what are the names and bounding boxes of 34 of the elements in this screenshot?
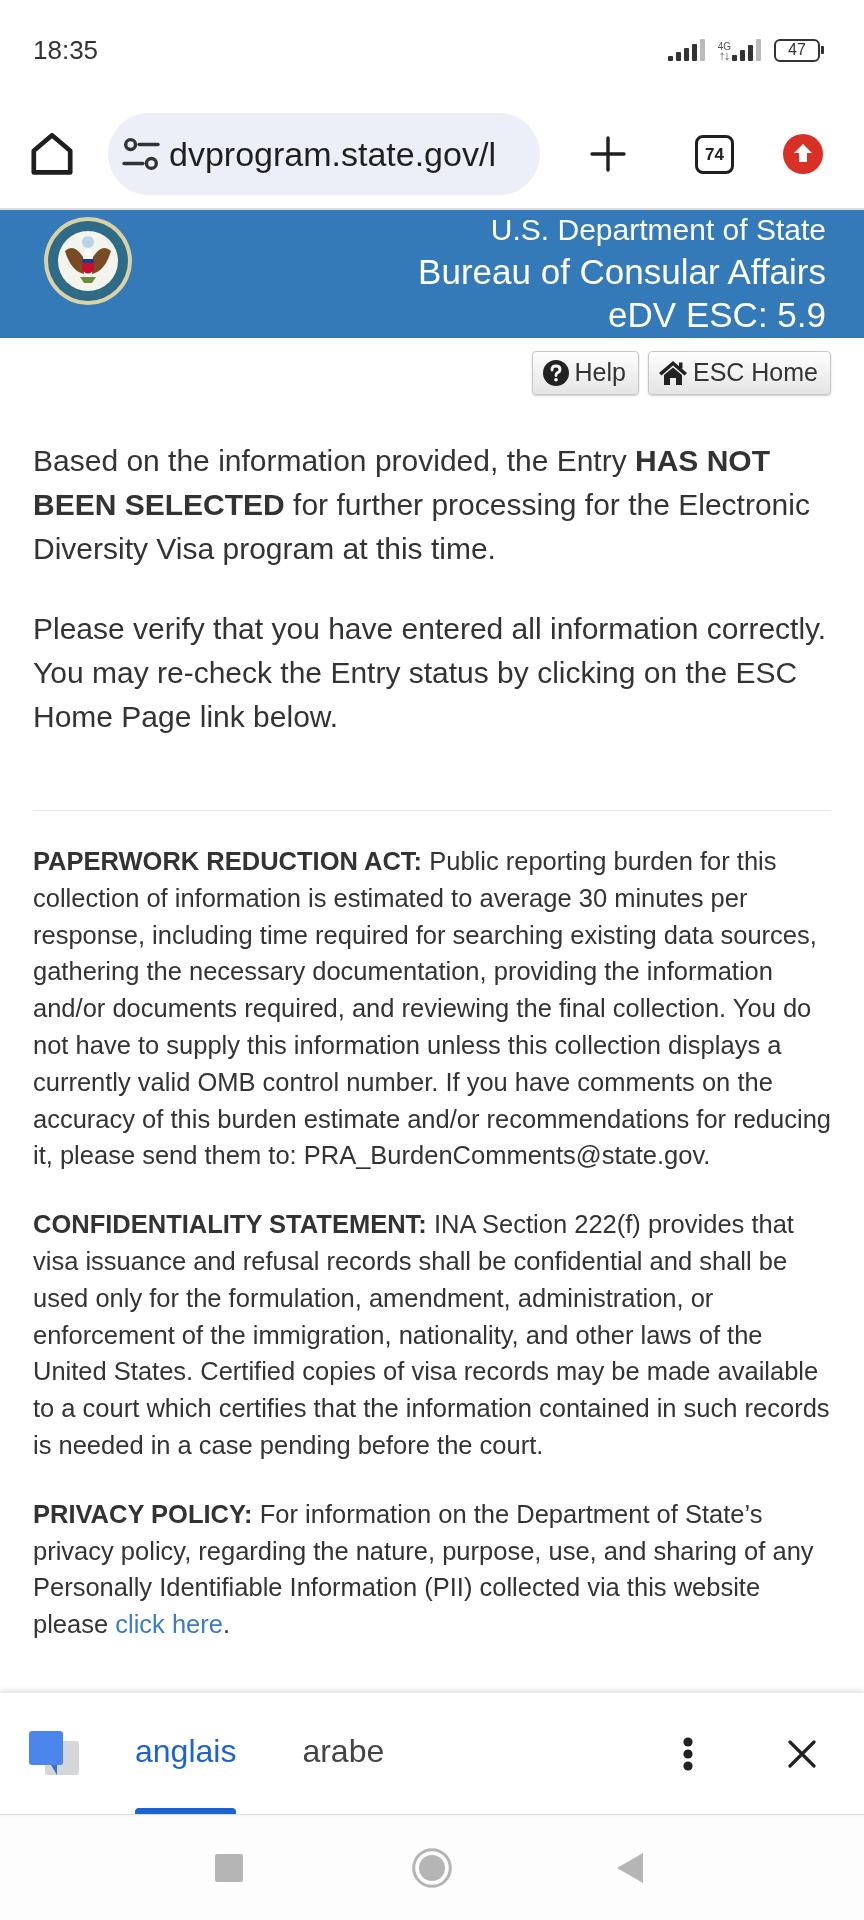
help-icon: [542, 360, 569, 386]
language-tab[interactable]: anglais: [135, 1693, 237, 1814]
square-icon: [215, 1853, 243, 1882]
back-triangle-icon: [617, 1852, 643, 1883]
plus-icon: [590, 136, 626, 172]
version-label: eDV ESC: 5.9: [608, 294, 826, 336]
speech-bubble-icon: [29, 1730, 79, 1777]
privacy-link[interactable]: click here: [115, 1610, 223, 1639]
battery-indicator: 47: [774, 38, 824, 62]
data-arrows-icon: [719, 52, 729, 61]
notice-paragraph: CONFIDENTIALITY STATEMENT: INA Section 222(f) provides that visa issuance and refusal records shall be confidential and shall be used only for the formulation, amendment, administration, or enforcement of the immigration, nationality, and other laws of the United States. Certified copies of visa records may be made available to a court which certifies that the information contained in such records is needed in a case pending before the court.: [33, 1209, 831, 1461]
home-icon: [658, 361, 687, 385]
clock-time: 18:35: [33, 33, 99, 67]
help-button[interactable]: Help: [531, 351, 639, 395]
signal-icon: [667, 39, 706, 61]
home-icon: [31, 133, 73, 175]
instruction-message: Please verify that you have entered all information correctly. You may re-check the Entry status by clicking on the ESC Home Page link below.: [33, 611, 828, 735]
tab-count-button[interactable]: 74: [695, 134, 734, 174]
tune-icon: [122, 137, 160, 171]
result-message: Based on the information provided, the Entry HAS NOT BEEN SELECTED for further processing for the Electronic Diversity Visa program at this time.: [33, 443, 811, 567]
language-tab[interactable]: arabe: [302, 1693, 385, 1814]
bureau-title: Bureau of Consular Affairs: [418, 251, 826, 293]
notice-paragraph: PRIVACY POLICY: For information on the Department of State’s privacy policy, regarding the nature, purpose, use, and sharing of any Personally Identifiable Information (PII) collected via this website please click here.: [33, 1498, 815, 1641]
vertical-dots-icon: [683, 1736, 693, 1771]
circle-icon: [412, 1847, 452, 1888]
esc-home-button[interactable]: ESC Home: [647, 351, 831, 395]
network-type: 4G: [717, 41, 731, 52]
department-title: U.S. Department of State: [490, 212, 826, 248]
seal-icon: [44, 217, 132, 305]
url-text: dvprogram.state.gov/l: [169, 133, 496, 175]
address-bar[interactable]: dvprogram.state.gov/l: [108, 113, 540, 195]
notice-paragraph: PAPERWORK REDUCTION ACT: Public reporting burden for this collection of information is estimated to average 30 minutes per response, including time required for searching existing data sources, gathering the necessary documentation, providing the information and/or documents required, and reviewing the final collection. You do not have to supply this information unless this collection displays a currently valid OMB control number. If you have comments on the accuracy of this burden estimate and/or recommendations for reducing it, please send them to: PRA_BurdenComments@state.gov.: [33, 846, 831, 1172]
signal-icon: [732, 39, 762, 61]
close-icon: [788, 1739, 816, 1768]
